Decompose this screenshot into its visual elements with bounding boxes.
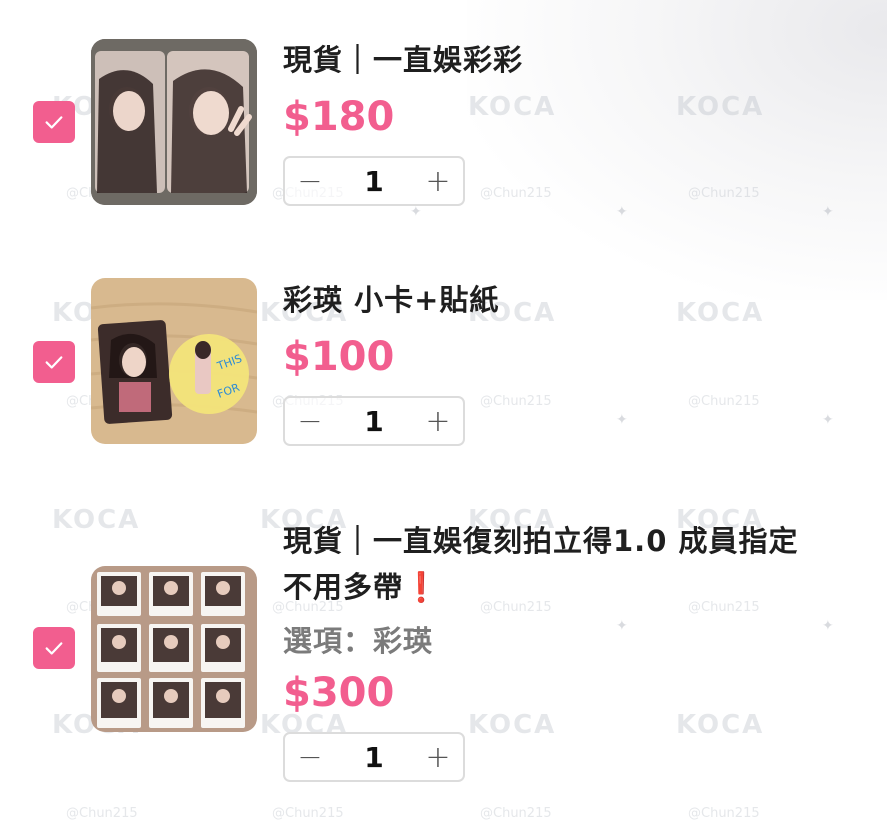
increase-button[interactable]: +	[413, 158, 463, 204]
check-icon	[45, 116, 63, 129]
decrease-button[interactable]: −	[285, 398, 335, 444]
plus-icon: +	[425, 403, 451, 439]
item-checkbox[interactable]	[33, 341, 75, 383]
item-price: $180	[283, 94, 395, 140]
item-title: 彩瑛 小卡+貼紙	[283, 283, 500, 317]
product-thumbnail[interactable]	[91, 39, 257, 205]
item-checkbox[interactable]	[33, 627, 75, 669]
item-title: 現貨｜一直娛彩彩	[283, 43, 524, 77]
item-price: $100	[283, 334, 395, 380]
item-title-line1: 現貨｜一直娛復刻拍立得1.0 成員指定	[283, 524, 799, 558]
quantity-stepper: − 1 +	[283, 732, 465, 782]
item-price: $300	[283, 670, 395, 716]
item-option: 選項：彩瑛	[283, 624, 434, 658]
check-icon	[45, 642, 63, 655]
photocard-image	[91, 39, 257, 205]
quantity-value[interactable]: 1	[335, 405, 413, 438]
photocard-image: THIS FOR	[91, 278, 257, 444]
product-thumbnail[interactable]	[91, 566, 257, 732]
check-icon	[45, 356, 63, 369]
item-title: 現貨｜一直娛復刻拍立得1.0 成員指定 不用多帶❗	[283, 518, 873, 610]
quantity-stepper: − 1 +	[283, 156, 465, 206]
quantity-stepper: − 1 +	[283, 396, 465, 446]
exclamation-icon: ❗	[403, 570, 441, 604]
polaroid-grid-image	[91, 566, 257, 732]
decrease-button[interactable]: −	[285, 734, 335, 780]
cart-item: 現貨｜一直娛復刻拍立得1.0 成員指定 不用多帶❗ 選項：彩瑛 $300 − 1…	[0, 500, 887, 830]
minus-icon: −	[297, 739, 323, 775]
item-title-line2: 不用多帶❗	[283, 564, 873, 610]
item-checkbox[interactable]	[33, 101, 75, 143]
product-thumbnail[interactable]: THIS FOR	[91, 278, 257, 444]
item-title-line2-text: 不用多帶	[283, 570, 404, 604]
minus-icon: −	[297, 163, 323, 199]
cart-item: THIS FOR 彩瑛 小卡+貼紙 $100 − 1 +	[0, 240, 887, 470]
increase-button[interactable]: +	[413, 734, 463, 780]
plus-icon: +	[425, 163, 451, 199]
plus-icon: +	[425, 739, 451, 775]
quantity-value[interactable]: 1	[335, 165, 413, 198]
quantity-value[interactable]: 1	[335, 741, 413, 774]
decrease-button[interactable]: −	[285, 158, 335, 204]
minus-icon: −	[297, 403, 323, 439]
increase-button[interactable]: +	[413, 398, 463, 444]
cart-item: 現貨｜一直娛彩彩 $180 − 1 +	[0, 0, 887, 230]
